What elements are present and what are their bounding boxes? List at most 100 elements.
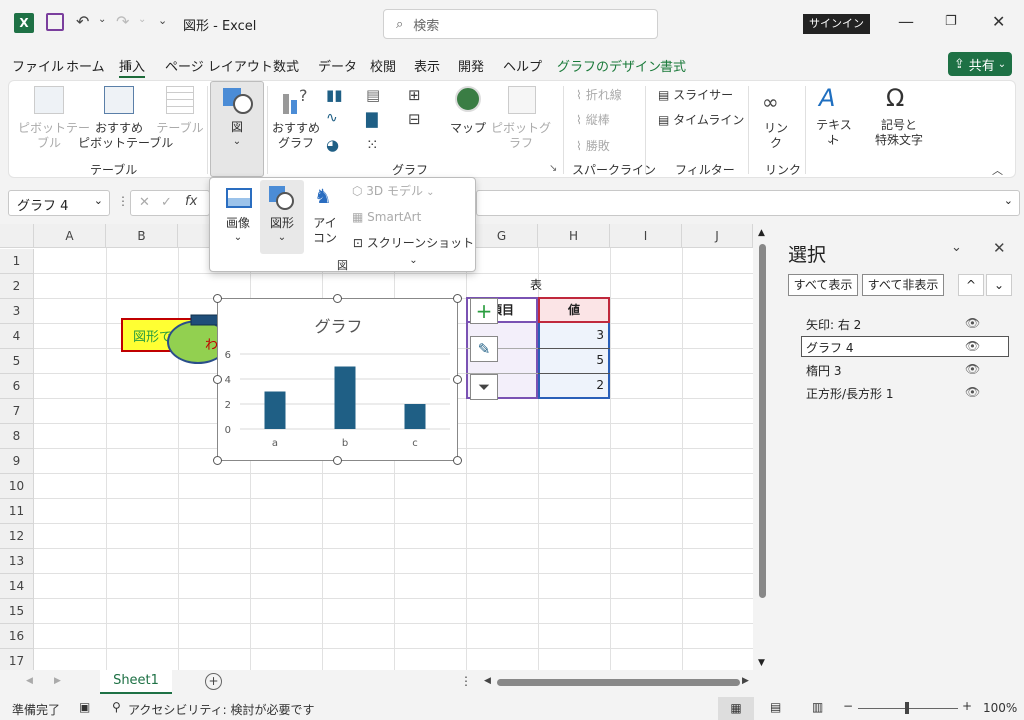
sparkline-column-button[interactable]: ⌇ 縦棒 bbox=[576, 113, 610, 128]
resize-handle[interactable] bbox=[453, 375, 462, 384]
cancel-icon[interactable]: ✕ bbox=[139, 195, 150, 210]
pie-chart-icon[interactable]: ◕ bbox=[326, 136, 339, 154]
row-header[interactable]: 16 bbox=[0, 624, 34, 649]
page-break-view-icon[interactable]: ▥ bbox=[812, 700, 823, 714]
sparkline-winloss-button[interactable]: ⌇ 勝敗 bbox=[576, 139, 610, 154]
customize-qat-icon[interactable]: ⌄ bbox=[158, 14, 167, 27]
tab-split-icon[interactable]: ⋮ bbox=[460, 674, 472, 688]
pane-options-chevron-icon[interactable]: ⌄ bbox=[951, 240, 962, 255]
tab-insert[interactable]: 挿入 bbox=[119, 56, 146, 78]
chart-elements-icon[interactable]: + bbox=[470, 298, 498, 324]
zoom-slider-thumb[interactable] bbox=[905, 702, 909, 714]
undo-icon[interactable]: ↶ bbox=[76, 12, 89, 31]
link-button[interactable]: リン ク bbox=[762, 121, 790, 151]
column-header[interactable]: I bbox=[610, 224, 682, 248]
illustrations-button[interactable]: 図 ⌄ bbox=[210, 81, 264, 177]
select-all-corner[interactable] bbox=[0, 224, 34, 248]
chart-styles-icon[interactable]: ✎ bbox=[470, 336, 498, 362]
pivot-table-button[interactable]: ピボットテー ブル bbox=[18, 121, 90, 151]
accessibility-status[interactable]: アクセシビリティ: 検討が必要です bbox=[128, 701, 315, 718]
chart-filters-icon[interactable]: ⏷ bbox=[470, 374, 498, 400]
bar-a[interactable] bbox=[264, 391, 286, 430]
scroll-right-icon[interactable]: ▶ bbox=[742, 676, 749, 686]
row-header[interactable]: 8 bbox=[0, 424, 34, 449]
waterfall-chart-icon[interactable]: ⊞ bbox=[408, 86, 421, 104]
row-header[interactable]: 5 bbox=[0, 349, 34, 374]
3d-model-button[interactable]: ⬡ 3D モデル ⌄ bbox=[352, 184, 435, 200]
row-header[interactable]: 17 bbox=[0, 649, 34, 670]
redo-dropdown-icon[interactable]: ⌄ bbox=[138, 14, 146, 25]
pane-close-icon[interactable]: ✕ bbox=[993, 239, 1006, 257]
resize-handle[interactable] bbox=[333, 456, 342, 465]
restore-icon[interactable]: ❐ bbox=[945, 14, 957, 29]
next-sheet-icon[interactable]: ▶ bbox=[54, 676, 61, 686]
row-header[interactable]: 4 bbox=[0, 324, 34, 349]
row-header[interactable]: 2 bbox=[0, 274, 34, 299]
horizontal-scroll-thumb[interactable] bbox=[497, 679, 740, 686]
scroll-left-icon[interactable]: ◀ bbox=[484, 676, 491, 686]
row-header[interactable]: 3 bbox=[0, 299, 34, 324]
add-sheet-icon[interactable]: + bbox=[205, 673, 222, 690]
row-header[interactable]: 15 bbox=[0, 599, 34, 624]
resize-handle[interactable] bbox=[213, 294, 222, 303]
slicer-button[interactable]: ▤ スライサー bbox=[658, 88, 733, 103]
zoom-out-icon[interactable]: − bbox=[843, 699, 853, 713]
screenshot-button[interactable]: ⊡ スクリーンショット ⌄ bbox=[352, 236, 475, 268]
signin-button[interactable]: サインイン bbox=[803, 14, 870, 34]
smartart-button[interactable]: ▦ SmartArt bbox=[352, 210, 421, 225]
pane-item-ellipse[interactable]: 楕円 3 bbox=[806, 362, 841, 379]
table-cell[interactable]: 5 bbox=[596, 353, 604, 367]
bar-b[interactable] bbox=[334, 366, 356, 430]
show-all-button[interactable]: すべて表示 bbox=[788, 274, 858, 296]
normal-view-icon[interactable]: ▦ bbox=[718, 697, 754, 720]
tab-help[interactable]: ヘルプ bbox=[503, 56, 542, 75]
row-header[interactable]: 11 bbox=[0, 499, 34, 524]
tab-chart-design[interactable]: グラフのデザイン bbox=[557, 56, 661, 75]
send-backward-icon[interactable]: ⌄ bbox=[986, 274, 1012, 296]
scroll-down-icon[interactable]: ▼ bbox=[758, 658, 765, 668]
chevron-down-icon[interactable]: ⌄ bbox=[1004, 194, 1013, 207]
macro-record-icon[interactable]: ▣ bbox=[79, 700, 90, 714]
chart-plot-area[interactable]: 0 2 4 6 a b c bbox=[218, 339, 459, 459]
page-layout-view-icon[interactable]: ▤ bbox=[770, 700, 781, 714]
collapse-ribbon-icon[interactable]: ︿ bbox=[992, 162, 1003, 178]
row-header[interactable]: 12 bbox=[0, 524, 34, 549]
tab-formulas[interactable]: 数式 bbox=[273, 56, 299, 75]
eye-icon[interactable]: 👁 bbox=[965, 339, 980, 353]
dialog-launcher-icon[interactable]: ↘ bbox=[549, 163, 557, 174]
row-header[interactable]: 13 bbox=[0, 549, 34, 574]
line-chart-icon[interactable]: ∿ bbox=[326, 110, 338, 126]
resize-handle[interactable] bbox=[213, 456, 222, 465]
row-header[interactable]: 1 bbox=[0, 249, 34, 274]
table-header-value[interactable]: 値 bbox=[538, 297, 610, 323]
tab-format[interactable]: 書式 bbox=[660, 56, 686, 75]
tab-home[interactable]: ホーム bbox=[66, 56, 105, 75]
timeline-button[interactable]: ▤ タイムライン bbox=[658, 113, 744, 128]
icons-button[interactable]: アイ コン bbox=[310, 216, 340, 246]
pane-item-rectangle[interactable]: 正方形/長方形 1 bbox=[806, 385, 894, 402]
close-icon[interactable]: ✕ bbox=[992, 12, 1005, 31]
function-icon[interactable]: fx bbox=[185, 194, 197, 209]
statistic-chart-icon[interactable]: ▇ bbox=[366, 110, 378, 128]
prev-sheet-icon[interactable]: ◀ bbox=[26, 676, 33, 686]
sheet-tab[interactable]: Sheet1 bbox=[100, 670, 172, 694]
pane-item-chart[interactable]: グラフ 4 bbox=[806, 339, 853, 356]
resize-handle[interactable] bbox=[453, 456, 462, 465]
recommended-charts-button[interactable]: おすすめ グラフ bbox=[272, 121, 320, 151]
tab-review[interactable]: 校閲 bbox=[370, 56, 396, 75]
tab-page-layout[interactable]: ページ レイアウト bbox=[165, 56, 273, 75]
row-header[interactable]: 10 bbox=[0, 474, 34, 499]
resize-handle[interactable] bbox=[333, 294, 342, 303]
confirm-icon[interactable]: ✓ bbox=[161, 195, 172, 210]
save-icon[interactable] bbox=[46, 13, 64, 31]
column-header[interactable]: J bbox=[682, 224, 753, 248]
row-header[interactable]: 6 bbox=[0, 374, 34, 399]
column-header[interactable]: G bbox=[466, 224, 538, 248]
scatter-chart-icon[interactable]: ⁙ bbox=[366, 136, 379, 154]
tab-view[interactable]: 表示 bbox=[414, 56, 440, 75]
row-header[interactable]: 9 bbox=[0, 449, 34, 474]
resize-handle[interactable] bbox=[213, 375, 222, 384]
sparkline-line-button[interactable]: ⌇ 折れ線 bbox=[576, 88, 622, 103]
redo-icon[interactable]: ↷ bbox=[116, 12, 129, 31]
eye-icon[interactable]: 👁 bbox=[965, 385, 980, 399]
